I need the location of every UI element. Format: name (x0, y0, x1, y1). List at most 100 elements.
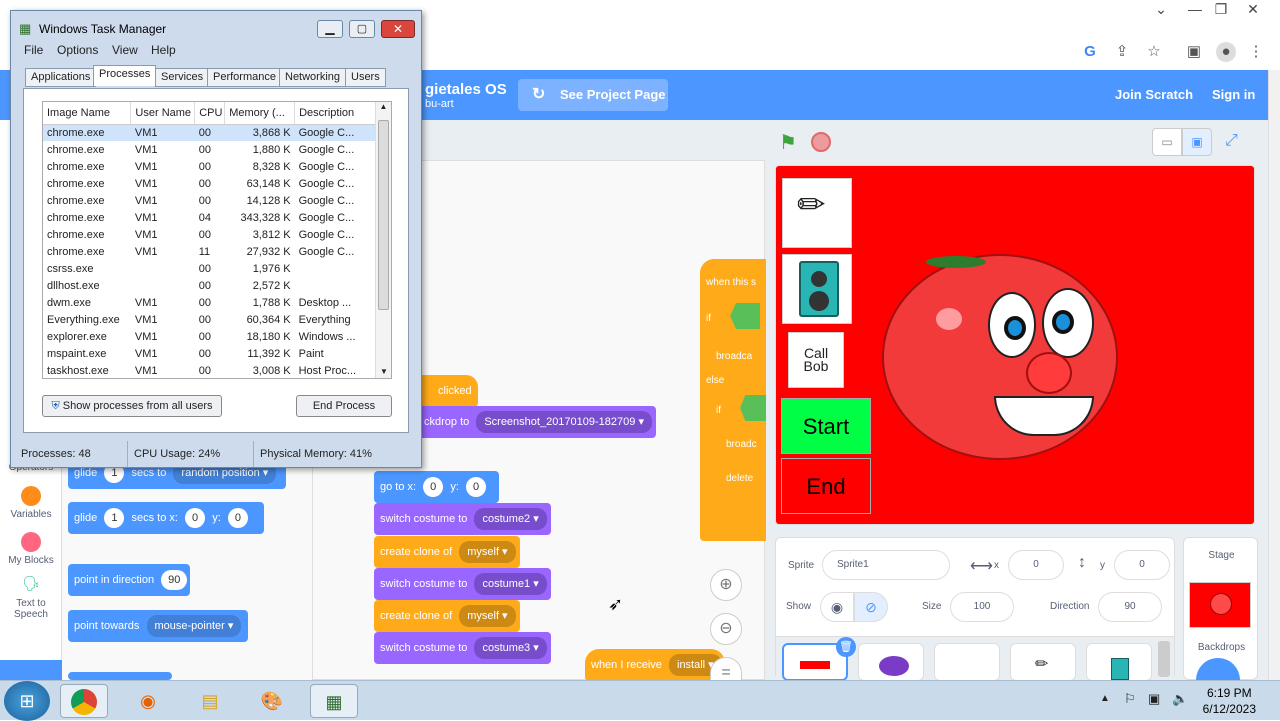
sprite-thumb[interactable] (1086, 643, 1152, 681)
end-button[interactable]: End (781, 458, 871, 514)
flag-icon[interactable]: ⚐ (1124, 691, 1136, 707)
process-row[interactable]: chrome.exe VM1 00 8,328 K Google C... (43, 158, 376, 175)
menu-help[interactable]: Help (151, 43, 176, 57)
x-input[interactable]: 0 (185, 508, 206, 528)
paint-taskbar-icon[interactable]: 🎨 (248, 684, 296, 718)
column-memory[interactable]: Memory (... (224, 102, 296, 125)
minimize-button[interactable]: ▁ (317, 20, 343, 38)
firefox-taskbar-icon[interactable]: ◉ (124, 684, 172, 718)
tab-processes[interactable]: Processes (93, 65, 157, 86)
star-icon[interactable]: ☆ (1144, 42, 1164, 62)
target-dropdown[interactable]: mouse-pointer ▾ (146, 615, 242, 637)
x-input[interactable]: 0 (1008, 550, 1064, 580)
hide-icon[interactable]: ⊘ (854, 592, 888, 622)
condition-slot[interactable] (730, 303, 760, 329)
tab-performance[interactable]: Performance (207, 68, 282, 87)
when-this-sprite-clicked-script[interactable]: when this s if broadca else if broadc de… (700, 259, 766, 541)
process-row[interactable]: chrome.exe VM1 11 27,932 K Google C... (43, 243, 376, 260)
tab-services[interactable]: Services (155, 68, 210, 87)
create-clone-block[interactable]: create clone of myself ▾ (374, 600, 520, 632)
clone-dropdown[interactable]: myself ▾ (459, 605, 516, 627)
x-input[interactable]: 0 (423, 477, 444, 497)
clock[interactable]: 6:19 PM 6/12/2023 (1203, 685, 1256, 717)
process-list-scrollbar[interactable]: ▲ ▼ (375, 102, 391, 378)
chrome-taskbar-icon[interactable] (60, 684, 108, 718)
close-icon[interactable]: ✕ (1238, 0, 1268, 18)
maximize-button[interactable]: ▢ (349, 20, 375, 38)
large-stage-icon[interactable]: ▣ (1182, 128, 1212, 156)
y-input[interactable]: 0 (227, 508, 248, 528)
zoom-in-button[interactable]: ⊕ (710, 569, 742, 601)
switch-costume-block[interactable]: switch costume to costume2 ▾ (374, 503, 551, 535)
stop-icon[interactable] (811, 132, 831, 152)
size-input[interactable]: 100 (950, 592, 1014, 622)
explorer-taskbar-icon[interactable]: ▤ (186, 684, 234, 718)
end-process-button[interactable]: End Process (296, 395, 392, 417)
process-row[interactable]: explorer.exe VM1 00 18,180 K Windows ... (43, 328, 376, 345)
delete-sprite-icon[interactable]: 🗑 (836, 637, 856, 657)
category-variables[interactable]: Variables (0, 486, 62, 520)
restore-icon[interactable]: ❐ (1206, 0, 1236, 18)
backdrop-dropdown[interactable]: Screenshot_20170109-182709 ▾ (476, 411, 652, 433)
create-clone-block[interactable]: create clone of myself ▾ (374, 536, 520, 568)
category-my-blocks[interactable]: My Blocks (0, 532, 62, 566)
zoom-reset-button[interactable]: = (710, 657, 742, 681)
sprite-thumb[interactable] (934, 643, 1000, 681)
go-to-xy-block[interactable]: go to x: 0 y: 0 (374, 471, 499, 503)
call-bob-button[interactable]: Call Bob (788, 332, 844, 388)
profile-icon[interactable]: ● (1216, 42, 1236, 62)
browser-scrollbar[interactable] (1268, 70, 1280, 680)
sprite-thumb-selected[interactable]: 🗑 (782, 637, 856, 681)
process-list[interactable]: Image Name User Name CPU Memory (... Des… (42, 101, 392, 379)
process-row[interactable]: chrome.exe VM1 00 1,880 K Google C... (43, 141, 376, 158)
column-image-name[interactable]: Image Name (43, 102, 132, 125)
menu-icon[interactable]: ⋮ (1246, 42, 1266, 62)
switch-costume-block[interactable]: switch costume to costume3 ▾ (374, 632, 551, 664)
show-all-processes-button[interactable]: ⛨ Show processes from all users (42, 395, 222, 417)
tab-networking[interactable]: Networking (279, 68, 347, 87)
process-row[interactable]: chrome.exe VM1 00 3,812 K Google C... (43, 226, 376, 243)
glide-xy-block[interactable]: glide 1 secs to x: 0 y: 0 (68, 502, 264, 534)
clone-dropdown[interactable]: myself ▾ (459, 541, 516, 563)
sprite-list-scrollbar[interactable] (1158, 641, 1170, 677)
direction-input[interactable]: 90 (1098, 592, 1162, 622)
process-row[interactable]: taskhost.exe VM1 00 3,008 K Host Proc... (43, 362, 376, 378)
pencil-sprite[interactable]: ✏ (782, 178, 852, 248)
secs-input[interactable]: 1 (104, 508, 125, 528)
share-icon[interactable]: ⇪ (1112, 42, 1132, 62)
process-row[interactable]: chrome.exe VM1 00 14,128 K Google C... (43, 192, 376, 209)
process-row[interactable]: chrome.exe VM1 00 63,148 K Google C... (43, 175, 376, 192)
menu-options[interactable]: Options (57, 43, 98, 57)
when-i-receive-block[interactable]: when I receive install ▾ (585, 649, 725, 681)
point-towards-block[interactable]: point towards mouse-pointer ▾ (68, 610, 248, 642)
y-input[interactable]: 0 (465, 477, 487, 497)
process-row[interactable]: chrome.exe VM1 00 3,868 K Google C... (43, 124, 376, 141)
zoom-out-button[interactable]: ⊖ (710, 613, 742, 645)
sprite-name-input[interactable]: Sprite1 (822, 550, 950, 580)
process-row[interactable]: csrss.exe 00 1,976 K (43, 260, 376, 277)
costume-dropdown[interactable]: costume3 ▾ (474, 637, 547, 659)
costume-dropdown[interactable]: costume2 ▾ (474, 508, 547, 530)
menu-view[interactable]: View (112, 43, 138, 57)
sign-in-link[interactable]: Sign in (1212, 87, 1255, 102)
show-visible-icon[interactable]: ◉ (820, 592, 854, 622)
partial-block[interactable] (68, 672, 172, 680)
speaker-sprite[interactable] (782, 254, 852, 324)
sprite-thumb[interactable] (858, 643, 924, 681)
small-stage-icon[interactable]: ▭ (1152, 128, 1182, 156)
process-row[interactable]: dwm.exe VM1 00 1,788 K Desktop ... (43, 294, 376, 311)
process-row[interactable]: dllhost.exe 00 2,572 K (43, 277, 376, 294)
y-input[interactable]: 0 (1114, 550, 1170, 580)
extension-button[interactable] (0, 660, 62, 680)
switch-costume-block[interactable]: switch costume to costume1 ▾ (374, 568, 551, 600)
column-cpu[interactable]: CPU (194, 102, 226, 125)
menu-file[interactable]: File (24, 43, 43, 57)
green-flag-icon[interactable]: ⚑ (779, 130, 797, 155)
process-row[interactable]: mspaint.exe VM1 00 11,392 K Paint (43, 345, 376, 362)
start-button[interactable]: Start (781, 398, 871, 454)
switch-backdrop-block[interactable]: ckdrop to Screenshot_20170109-182709 ▾ (418, 406, 656, 438)
tray-arrow-icon[interactable]: ▲ (1100, 693, 1110, 704)
sprite-thumb[interactable]: ✏ (1010, 643, 1076, 681)
sidebar-icon[interactable]: ▣ (1184, 42, 1204, 62)
tab-users[interactable]: Users (345, 68, 386, 87)
